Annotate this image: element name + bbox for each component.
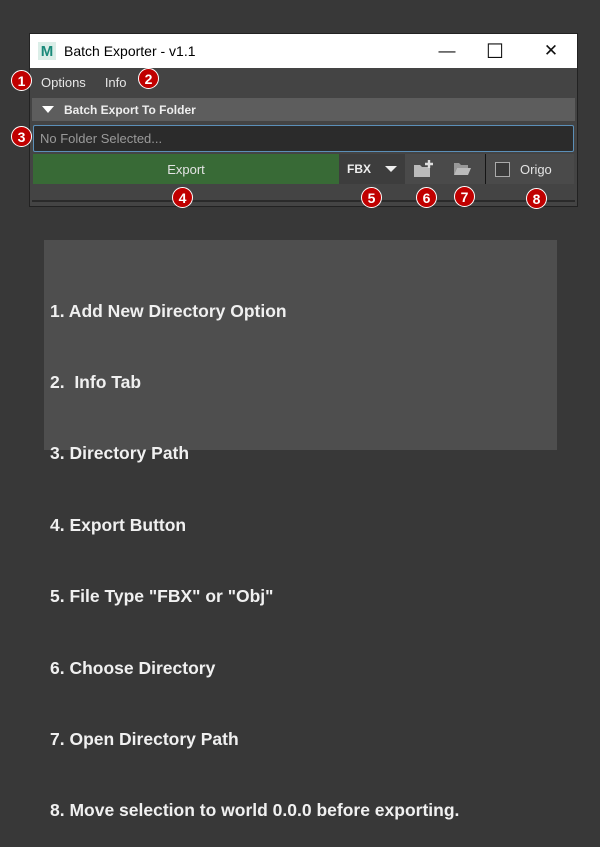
menu-bar: Options Info: [30, 68, 577, 96]
origo-label: Origo: [520, 161, 552, 177]
new-folder-icon: [414, 160, 433, 177]
annotation-badge-1: 1: [11, 70, 32, 91]
open-directory-button[interactable]: [443, 154, 481, 184]
export-toolbar: Export FBX Origo: [33, 154, 574, 184]
directory-path-input[interactable]: [33, 125, 574, 152]
legend-line: 6. Choose Directory: [50, 657, 216, 678]
chevron-down-icon: [385, 166, 397, 172]
legend-line: 8. Move selection to world 0.0.0 before …: [50, 800, 460, 821]
window-title: Batch Exporter - v1.1: [64, 43, 196, 59]
maya-logo-icon: M: [38, 42, 56, 60]
batch-exporter-window: M Batch Exporter - v1.1 — ☐ ✕ Options In…: [29, 33, 578, 207]
open-folder-icon: [454, 163, 471, 175]
bottom-divider: [32, 200, 575, 202]
file-type-value: FBX: [347, 162, 371, 176]
choose-directory-button[interactable]: [405, 154, 443, 184]
legend-line: 7. Open Directory Path: [50, 728, 239, 749]
title-bar: M Batch Exporter - v1.1 — ☐ ✕: [30, 34, 577, 68]
menu-info[interactable]: Info: [105, 75, 127, 90]
annotation-badge-6: 6: [416, 187, 437, 208]
annotation-badge-3: 3: [11, 126, 32, 147]
annotation-badge-8: 8: [526, 188, 547, 209]
export-button[interactable]: Export: [33, 154, 339, 184]
toolbar-divider: [485, 154, 486, 184]
menu-options[interactable]: Options: [41, 75, 86, 90]
legend-line: 4. Export Button: [50, 514, 187, 535]
maximize-button[interactable]: ☐: [470, 34, 520, 68]
file-type-dropdown[interactable]: FBX: [339, 154, 405, 184]
origo-checkbox[interactable]: [495, 161, 510, 177]
section-header-batch-export[interactable]: Batch Export To Folder: [32, 98, 575, 121]
annotation-badge-4: 4: [172, 187, 193, 208]
section-title: Batch Export To Folder: [64, 102, 196, 117]
annotation-badge-5: 5: [361, 187, 382, 208]
legend-line: 2. Info Tab: [50, 371, 142, 392]
close-button[interactable]: ✕: [526, 34, 576, 68]
legend-panel: 1. Add New Directory Option 2. Info Tab …: [44, 240, 557, 820]
annotation-badge-2: 2: [138, 68, 159, 89]
legend-line: 5. File Type "FBX" or "Obj": [50, 586, 274, 607]
legend-line: 1. Add New Directory Option: [50, 300, 287, 321]
legend-line: 3. Directory Path: [50, 443, 190, 464]
collapse-triangle-icon: [42, 106, 54, 113]
annotation-badge-7: 7: [454, 186, 475, 207]
minimize-button[interactable]: —: [422, 34, 472, 68]
